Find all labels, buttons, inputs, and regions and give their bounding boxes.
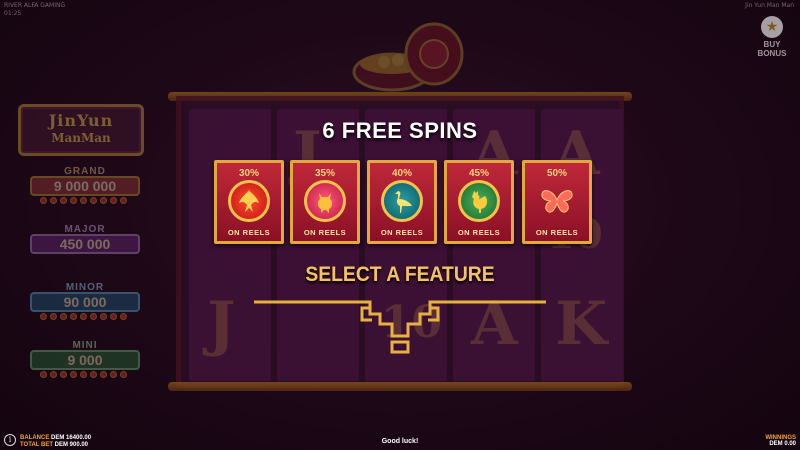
feature-percent: 35% (314, 168, 335, 179)
feature-option-50[interactable]: 50% ON REELS (522, 160, 592, 244)
feature-percent: 50% (546, 168, 567, 179)
feature-label: ON REELS (457, 228, 501, 237)
info-button[interactable]: i (4, 434, 16, 446)
feature-label: ON REELS (227, 228, 271, 237)
feature-percent: 30% (238, 168, 259, 179)
winnings-display: WINNINGS DEM 0.00 (765, 435, 796, 447)
feature-percent: 40% (391, 168, 412, 179)
butterfly-icon (536, 180, 578, 222)
feature-option-45[interactable]: 45% ON REELS (444, 160, 514, 244)
ornamental-divider (254, 300, 546, 354)
crane-icon (381, 180, 423, 222)
feature-option-30[interactable]: 30% ON REELS (214, 160, 284, 244)
feature-label: ON REELS (535, 228, 579, 237)
feature-label: ON REELS (303, 228, 347, 237)
feature-label: ON REELS (380, 228, 424, 237)
balance-display: BALANCE DEM 16400.00 (20, 435, 92, 441)
free-spins-title: 6 FREE SPINS (322, 118, 478, 143)
rooster-icon (458, 180, 500, 222)
status-message: Good luck! (381, 438, 419, 445)
phoenix-icon (228, 180, 270, 222)
select-feature-title: SELECT A FEATURE (305, 263, 495, 286)
qilin-icon (304, 180, 346, 222)
feature-option-35[interactable]: 35% ON REELS (290, 160, 360, 244)
feature-option-40[interactable]: 40% ON REELS (367, 160, 437, 244)
feature-percent: 45% (468, 168, 489, 179)
total-bet-display: TOTAL BET DEM 900.00 (20, 442, 89, 448)
